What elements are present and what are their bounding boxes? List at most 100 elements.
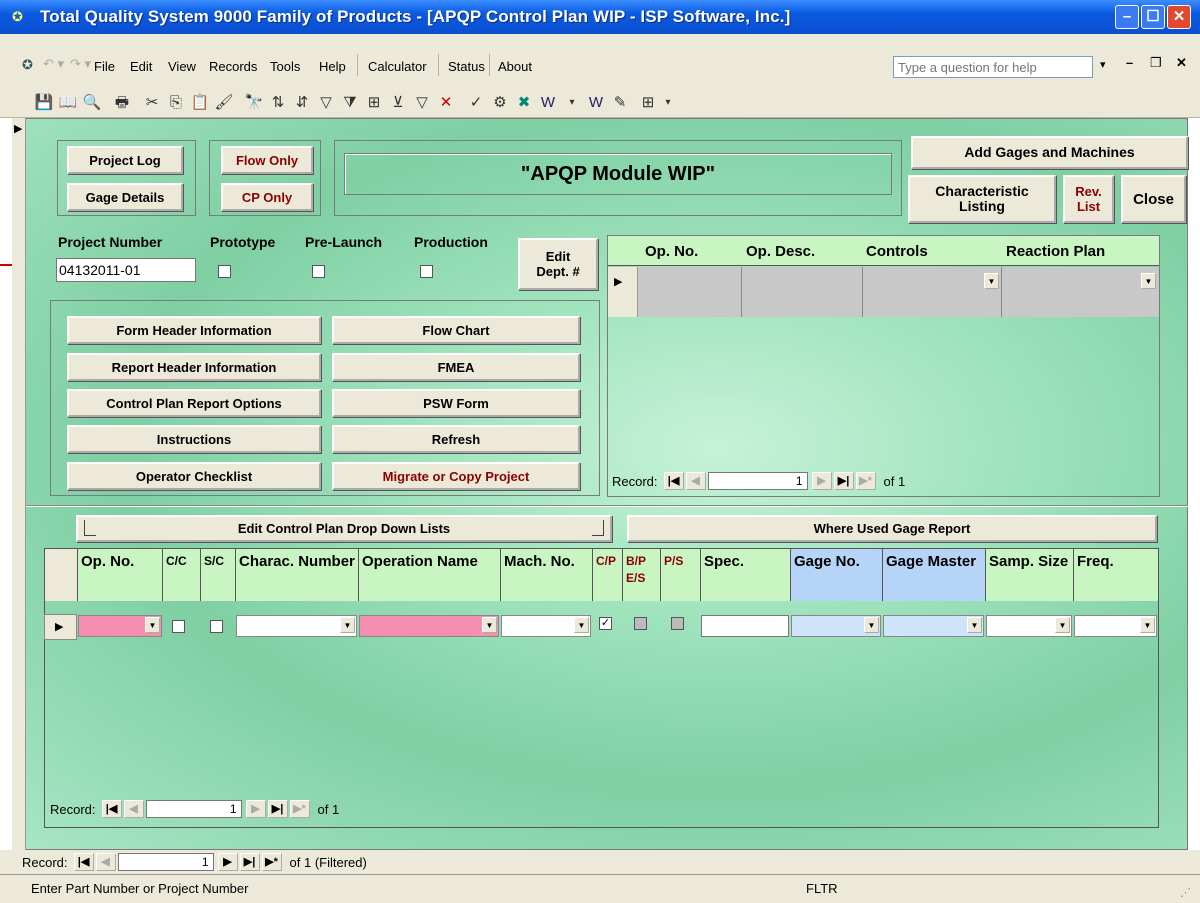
access-icon[interactable]: ✪ [22, 57, 33, 73]
cut-icon[interactable]: ✂ [140, 92, 164, 114]
apply-filter-icon[interactable]: ⊻ [386, 92, 410, 114]
menu-about[interactable]: About [492, 57, 538, 76]
close-button[interactable]: Close [1121, 175, 1186, 223]
cp-checkbox[interactable]: ✓ [599, 617, 612, 630]
menu-help[interactable]: Help [313, 57, 352, 76]
cp-only-button[interactable]: CP Only [221, 183, 313, 211]
save-icon[interactable]: 💾 [32, 92, 56, 114]
chevron-down-icon[interactable]: ▼ [482, 617, 497, 633]
operator-checklist-button[interactable]: Operator Checklist [67, 462, 321, 490]
gage-master-dropdown[interactable]: ▼ [883, 615, 984, 637]
find-icon[interactable]: 🔭 [242, 92, 266, 114]
freq-dropdown[interactable]: ▼ [1074, 615, 1157, 637]
toggle-filter-icon[interactable]: ▽ [410, 92, 434, 114]
menu-records[interactable]: Records [203, 57, 263, 76]
edit-cp-dropdown-button[interactable]: Edit Control Plan Drop Down Lists [76, 515, 612, 542]
record-number-input[interactable]: 1 [117, 853, 214, 871]
first-record-button[interactable]: |◀ [663, 472, 684, 490]
filter-icon[interactable]: ▽ [314, 92, 338, 114]
properties-icon[interactable]: ⚙ [488, 92, 512, 114]
flow-only-button[interactable]: Flow Only [221, 146, 313, 174]
menu-status[interactable]: Status [442, 57, 491, 76]
script-icon[interactable]: ✎ [608, 92, 632, 114]
migrate-copy-button[interactable]: Migrate or Copy Project [332, 462, 580, 490]
last-record-button[interactable]: ▶| [239, 853, 260, 871]
chevron-down-icon[interactable]: ▼ [1140, 617, 1155, 633]
menu-edit[interactable]: Edit [124, 57, 158, 76]
next-record-button[interactable]: ▶ [217, 853, 238, 871]
remove-filter-icon[interactable]: ✕ [434, 92, 458, 114]
chevron-down-icon[interactable]: ▼ [145, 617, 160, 633]
mach-no-dropdown[interactable]: ▼ [501, 615, 591, 637]
op-no-dropdown[interactable]: ▼ [78, 615, 162, 637]
charac-number-dropdown[interactable]: ▼ [236, 615, 357, 637]
copy-icon[interactable]: ⎘ [164, 92, 188, 114]
project-number-input[interactable]: 04132011-01 [56, 258, 196, 282]
help-search-input[interactable] [893, 56, 1093, 78]
close-doc-icon[interactable]: ✕ [1176, 55, 1187, 71]
last-record-button[interactable]: ▶| [267, 800, 288, 818]
toolbar-overflow-icon[interactable]: ▾ [656, 92, 680, 114]
menu-tools[interactable]: Tools [264, 57, 306, 76]
prototype-checkbox[interactable] [218, 265, 231, 278]
refresh-button[interactable]: Refresh [332, 425, 580, 453]
close-window-button[interactable]: ✕ [1167, 5, 1191, 29]
sc-checkbox[interactable] [210, 620, 223, 633]
first-record-button[interactable]: |◀ [73, 853, 94, 871]
new-record-button[interactable]: ▶* [261, 853, 282, 871]
paste-icon[interactable]: 📋 [188, 92, 212, 114]
psw-form-button[interactable]: PSW Form [332, 389, 580, 417]
form-header-button[interactable]: Form Header Information [67, 316, 321, 344]
row-selector[interactable]: ▶ [44, 614, 77, 640]
prev-record-button[interactable]: ◀ [685, 472, 706, 490]
first-record-button[interactable]: |◀ [101, 800, 122, 818]
next-record-button[interactable]: ▶ [245, 800, 266, 818]
pre-launch-checkbox[interactable] [312, 265, 325, 278]
filter-by-selection-icon[interactable]: ⧩ [338, 92, 362, 114]
chevron-down-icon[interactable]: ▼ [1055, 617, 1070, 633]
sort-ascending-icon[interactable]: ⇅ [266, 92, 290, 114]
word-dropdown-icon[interactable]: ▾ [560, 92, 584, 114]
menu-file[interactable]: File [88, 57, 121, 76]
flow-chart-button[interactable]: Flow Chart [332, 316, 580, 344]
minimize-doc-icon[interactable]: – [1126, 55, 1133, 70]
bp-es-checkbox[interactable] [634, 617, 647, 630]
chevron-down-icon[interactable]: ▼ [574, 617, 589, 633]
maximize-button[interactable]: ☐ [1141, 5, 1165, 29]
excel-icon[interactable]: ✖ [512, 92, 536, 114]
help-dropdown-icon[interactable]: ▾ [1100, 58, 1106, 71]
restore-doc-icon[interactable]: ❐ [1150, 55, 1162, 71]
spelling-icon[interactable]: ✓ [464, 92, 488, 114]
rev-list-button[interactable]: Rev. List [1063, 175, 1114, 223]
chevron-down-icon[interactable]: ▼ [967, 617, 982, 633]
record-number-input[interactable]: 1 [707, 472, 808, 490]
next-record-button[interactable]: ▶ [811, 472, 832, 490]
where-used-gage-button[interactable]: Where Used Gage Report [627, 515, 1157, 542]
op-desc-cell[interactable] [742, 267, 863, 317]
last-record-button[interactable]: ▶| [833, 472, 854, 490]
word-merge-icon[interactable]: W [584, 92, 608, 114]
cp-report-options-button[interactable]: Control Plan Report Options [67, 389, 321, 417]
chevron-down-icon[interactable]: ▼ [984, 273, 999, 289]
prev-record-button[interactable]: ◀ [123, 800, 144, 818]
minimize-button[interactable]: – [1115, 5, 1139, 29]
add-gages-machines-button[interactable]: Add Gages and Machines [911, 136, 1188, 169]
edit-dept-button[interactable]: Edit Dept. # [518, 238, 598, 290]
spec-input[interactable] [701, 615, 789, 637]
new-record-button[interactable]: ▶* [289, 800, 310, 818]
gage-details-button[interactable]: Gage Details [67, 183, 183, 211]
word-icon[interactable]: W [536, 92, 560, 114]
report-header-button[interactable]: Report Header Information [67, 353, 321, 381]
operation-name-dropdown[interactable]: ▼ [359, 615, 499, 637]
ps-checkbox[interactable] [671, 617, 684, 630]
undo-icon[interactable]: ↶ ▾ [43, 56, 64, 72]
new-record-button[interactable]: ▶* [855, 472, 876, 490]
chevron-down-icon[interactable]: ▼ [1141, 273, 1156, 289]
project-log-button[interactable]: Project Log [67, 146, 183, 174]
menu-calculator[interactable]: Calculator [362, 57, 433, 76]
record-number-input[interactable]: 1 [145, 800, 242, 818]
production-checkbox[interactable] [420, 265, 433, 278]
prev-record-button[interactable]: ◀ [95, 853, 116, 871]
resize-grip-icon[interactable]: ⋰ [1180, 886, 1191, 899]
reaction-plan-cell[interactable]: ▼ [1002, 267, 1159, 317]
